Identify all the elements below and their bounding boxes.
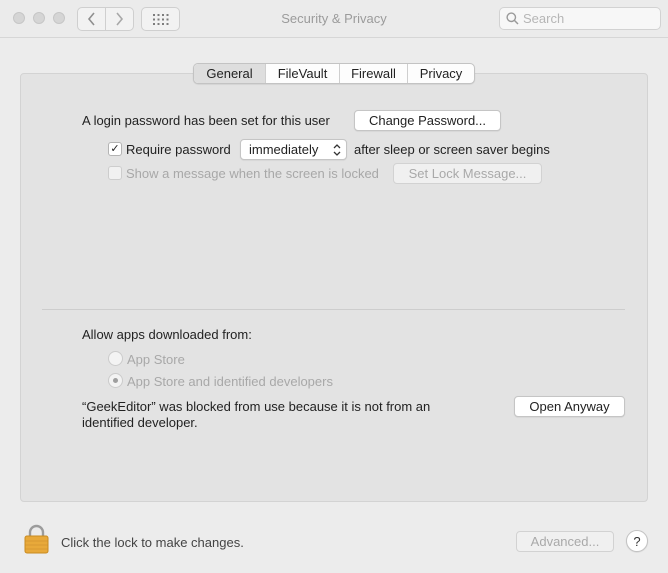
up-down-chevron-icon	[333, 144, 341, 156]
help-button[interactable]: ?	[626, 530, 648, 552]
radio-selected-dot	[113, 378, 118, 383]
require-password-checkbox[interactable]: ✓	[108, 142, 122, 156]
tab-privacy[interactable]: Privacy	[407, 64, 474, 83]
show-message-label: Show a message when the screen is locked	[126, 166, 379, 181]
popup-value: immediately	[249, 142, 319, 157]
advanced-button[interactable]: Advanced...	[516, 531, 614, 552]
radio-app-store[interactable]	[108, 351, 123, 366]
lock-status-text: Click the lock to make changes.	[61, 535, 244, 550]
require-password-label: Require password	[126, 142, 231, 157]
radio-app-store-label: App Store	[127, 352, 185, 367]
radio-app-store-identified-label: App Store and identified developers	[127, 374, 333, 389]
allow-apps-heading: Allow apps downloaded from:	[82, 327, 252, 342]
change-password-button[interactable]: Change Password...	[354, 110, 501, 131]
lock-icon[interactable]	[24, 524, 49, 554]
login-password-text: A login password has been set for this u…	[82, 113, 330, 128]
blocked-app-message-line1: “GeekEditor” was blocked from use becaus…	[82, 399, 431, 414]
search-input[interactable]	[523, 11, 653, 26]
blocked-app-message-line2: identified developer.	[82, 415, 198, 430]
section-divider	[42, 309, 625, 310]
require-password-delay-popup[interactable]: immediately	[240, 139, 347, 160]
security-privacy-window: Security & Privacy General FileVault Fir…	[0, 0, 668, 573]
titlebar: Security & Privacy	[0, 0, 668, 38]
show-message-checkbox[interactable]	[108, 166, 122, 180]
open-anyway-button[interactable]: Open Anyway	[514, 396, 625, 417]
set-lock-message-button[interactable]: Set Lock Message...	[393, 163, 542, 184]
radio-app-store-identified[interactable]	[108, 373, 123, 388]
require-password-suffix: after sleep or screen saver begins	[354, 142, 550, 157]
tab-general[interactable]: General	[194, 64, 265, 83]
search-field[interactable]	[499, 7, 661, 30]
tab-filevault[interactable]: FileVault	[265, 64, 339, 83]
settings-panel	[20, 73, 648, 502]
tab-bar: General FileVault Firewall Privacy	[193, 63, 475, 84]
search-icon	[506, 12, 519, 25]
tab-firewall[interactable]: Firewall	[339, 64, 407, 83]
